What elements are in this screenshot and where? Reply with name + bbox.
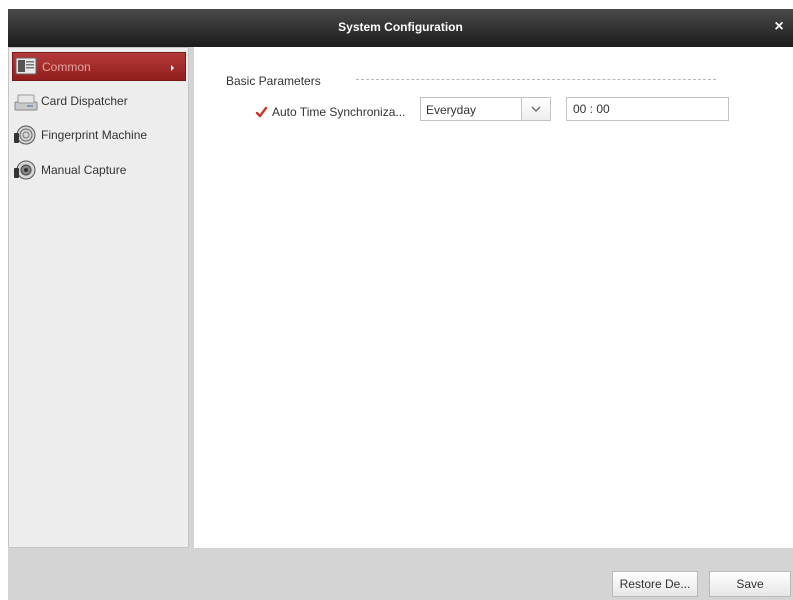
window-title: System Configuration [338, 20, 463, 34]
save-button[interactable]: Save [709, 571, 791, 597]
dialog-footer: Restore De... Save [8, 549, 793, 600]
chevron-down-icon [531, 106, 541, 112]
sidebar-item-fingerprint-machine[interactable]: Fingerprint Machine [12, 121, 186, 150]
sync-frequency-value: Everyday [426, 103, 477, 117]
sidebar: Common Card Dispatcher Fingerprint Machi… [8, 47, 189, 548]
sidebar-item-common[interactable]: Common [12, 52, 186, 81]
chevron-right-icon [171, 65, 174, 71]
dialog-body: Common Card Dispatcher Fingerprint Machi… [8, 47, 793, 549]
sidebar-item-card-dispatcher[interactable]: Card Dispatcher [12, 87, 186, 116]
auto-time-sync-checkbox[interactable] [255, 106, 268, 119]
close-icon[interactable]: × [771, 18, 787, 36]
sidebar-item-label: Fingerprint Machine [41, 128, 148, 142]
sidebar-item-label: Card Dispatcher [41, 94, 128, 108]
section-divider [356, 79, 716, 80]
fingerprint-machine-icon [14, 125, 36, 145]
sync-time-field[interactable] [566, 97, 729, 121]
manual-capture-icon [14, 160, 36, 180]
sidebar-item-manual-capture[interactable]: Manual Capture [12, 156, 186, 185]
dropdown-button[interactable] [521, 98, 550, 120]
section-title: Basic Parameters [226, 74, 321, 88]
title-bar: System Configuration × [8, 9, 793, 47]
common-settings-icon [15, 57, 37, 75]
card-dispatcher-icon [14, 94, 38, 111]
settings-panel: Basic Parameters Auto Time Synchroniza..… [194, 47, 793, 548]
sidebar-item-label: Common [42, 60, 91, 74]
sync-frequency-dropdown[interactable]: Everyday [420, 97, 551, 121]
auto-time-sync-label: Auto Time Synchroniza... [272, 105, 406, 119]
restore-defaults-button[interactable]: Restore De... [612, 571, 698, 597]
sidebar-item-label: Manual Capture [41, 163, 127, 177]
